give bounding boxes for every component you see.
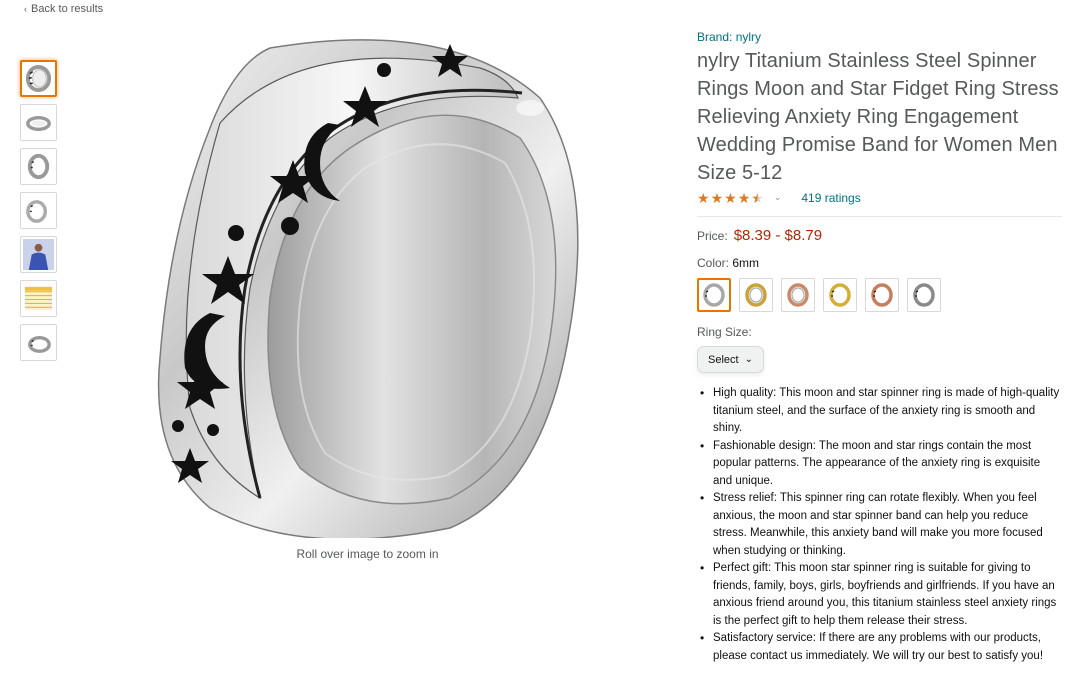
ring-size-select-label: Select (708, 353, 739, 366)
thumbnail-ring-side[interactable] (20, 104, 57, 141)
ring-swatch-icon (829, 283, 851, 307)
chevron-down-icon[interactable]: ⌄ (774, 192, 782, 203)
ring-swatch-icon (703, 283, 725, 307)
feature-bullet: Satisfactory service: If there are any p… (697, 630, 1062, 665)
feature-bullet: Stress relief: This spinner ring can rot… (697, 490, 1062, 560)
chevron-left-icon: ‹ (24, 4, 27, 14)
ring-swatch-icon (913, 283, 935, 307)
ring-size-label: Ring Size: (697, 325, 752, 339)
zoom-hint: Roll over image to zoom in (296, 547, 439, 561)
color-label: Color: (697, 256, 730, 270)
swatch-rose-gold[interactable] (865, 278, 899, 312)
thumbnail-model-wearing[interactable] (20, 236, 57, 273)
star-full-icon: ★ (737, 189, 751, 206)
swatch-silver-black[interactable] (907, 278, 941, 312)
feature-bullet: Fashionable design: The moon and star ri… (697, 438, 1062, 491)
ring-size-select[interactable]: Select ⌄ (697, 346, 764, 373)
star-half-icon: ★ (751, 189, 764, 206)
back-to-results-label: Back to results (31, 3, 104, 15)
chevron-down-icon: ⌄ (744, 354, 753, 365)
feature-bullet: Perfect gift: This moon star spinner rin… (697, 560, 1062, 630)
swatch-gold[interactable] (823, 278, 857, 312)
thumbnail-ring-inner[interactable] (20, 324, 57, 361)
thumbnail-ring-front[interactable] (20, 60, 57, 97)
main-product-image[interactable] (150, 28, 590, 538)
ring-thumbnail-icon (28, 335, 51, 353)
color-swatches (697, 278, 1062, 312)
size-chart-icon (24, 286, 53, 311)
ring-thumbnail-icon (25, 64, 52, 93)
thumbnail-size-chart[interactable] (20, 280, 57, 317)
rating-row: ★ ★ ★ ★ ★ ⌄ 419 ratings (697, 189, 1062, 217)
ring-swatch-icon (787, 283, 809, 307)
price-label: Price: (697, 229, 728, 243)
swatch-gold-silver[interactable] (739, 278, 773, 312)
product-title: nylry Titanium Stainless Steel Spinner R… (697, 50, 1059, 184)
star-full-icon: ★ (710, 189, 724, 206)
thumbnail-ring-angle[interactable] (20, 148, 57, 185)
star-full-icon: ★ (697, 189, 710, 206)
thumbnail-ring-detail[interactable] (20, 192, 57, 229)
price-value: $8.39 - $8.79 (733, 227, 823, 244)
swatch-silver[interactable] (697, 278, 731, 312)
back-to-results-link[interactable]: ‹ Back to results (24, 3, 103, 15)
person-photo-icon (23, 239, 54, 270)
product-info-panel: Brand: nylry nylry Titanium Stainless St… (697, 30, 1062, 665)
star-full-icon: ★ (724, 189, 737, 206)
ratings-count-link[interactable]: 419 ratings (801, 191, 860, 205)
color-row: Color: 6mm (697, 256, 1062, 270)
ring-swatch-icon (871, 283, 893, 307)
brand-link[interactable]: Brand: nylry (697, 30, 1062, 44)
ring-thumbnail-icon (26, 200, 47, 223)
rating-stars[interactable]: ★ ★ ★ ★ ★ (697, 191, 764, 205)
feature-bullet: High quality: This moon and star spinner… (697, 385, 1062, 438)
swatch-rose-silver[interactable] (781, 278, 815, 312)
spinner-ring-image (157, 39, 579, 538)
color-value: 6mm (732, 256, 760, 270)
ring-thumbnail-icon (26, 115, 51, 131)
thumbnail-gallery (20, 60, 58, 368)
price-row: Price: $8.39 - $8.79 (697, 227, 1062, 244)
feature-bullets: High quality: This moon and star spinner… (697, 385, 1062, 665)
ring-thumbnail-icon (27, 153, 50, 180)
ring-swatch-icon (745, 283, 767, 307)
